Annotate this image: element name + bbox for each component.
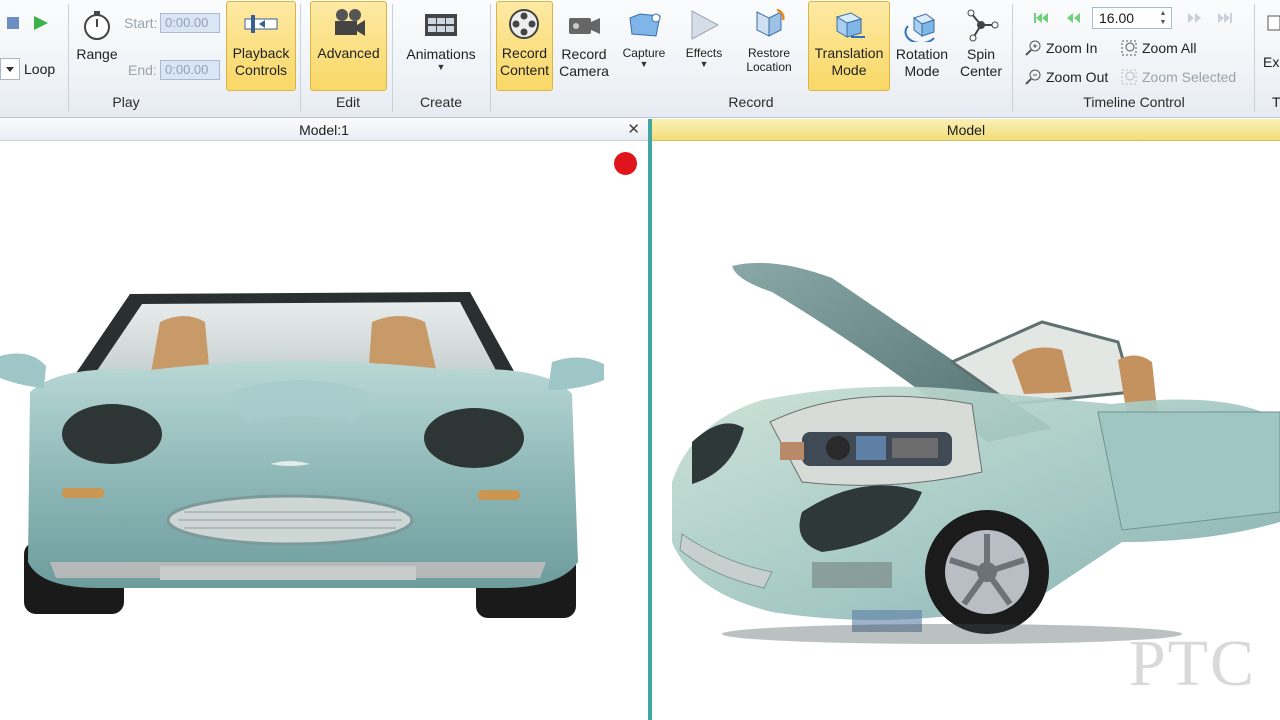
step-back-icon <box>1067 13 1080 23</box>
film-strip-icon <box>423 7 459 43</box>
spin-center-label: Spin Center <box>959 46 1003 79</box>
end-time-field[interactable]: 0:00.00 <box>160 60 220 80</box>
dropdown-caret-icon: ▼ <box>639 59 649 69</box>
restore-location-icon <box>751 7 787 43</box>
translation-mode-label: Translation Mode <box>814 45 884 78</box>
stop-button[interactable] <box>4 14 22 32</box>
translation-cube-icon <box>831 6 867 42</box>
zoom-out-icon <box>1024 68 1042 86</box>
dropdown-caret-icon: ▼ <box>699 59 709 69</box>
range-button[interactable]: Range <box>72 2 122 78</box>
loop-dropdown[interactable] <box>0 58 20 80</box>
start-label: Start: <box>124 15 158 31</box>
stopwatch-icon <box>79 7 115 43</box>
playback-controls-label: Playback Controls <box>232 45 290 78</box>
record-camera-button[interactable]: Record Camera <box>556 2 612 92</box>
range-label: Range <box>76 46 118 62</box>
skip-to-start-icon <box>1034 13 1048 23</box>
right-viewport[interactable]: PTC <box>652 142 1280 720</box>
ptc-watermark: PTC <box>1128 627 1256 700</box>
zoom-in-button[interactable]: Zoom In <box>1024 39 1097 57</box>
film-reel-icon <box>507 6 543 42</box>
record-content-button[interactable]: Record Content <box>496 1 553 91</box>
translation-mode-button[interactable]: Translation Mode <box>808 1 890 91</box>
animations-button[interactable]: Animations ▼ <box>398 2 484 90</box>
dropdown-caret-icon: ▼ <box>436 62 446 72</box>
skip-to-end-icon <box>1218 13 1232 23</box>
effects-play-icon <box>686 7 722 43</box>
rotation-mode-button[interactable]: Rotation Mode <box>892 2 952 92</box>
end-label: End: <box>128 62 157 78</box>
spinner-arrows-icon[interactable]: ▲ ▼ <box>1157 9 1169 27</box>
spin-center-button[interactable]: Spin Center <box>954 2 1008 92</box>
zoom-selected-button[interactable]: Zoom Selected <box>1120 68 1236 86</box>
zoom-out-button[interactable]: Zoom Out <box>1024 68 1108 86</box>
close-pane-button[interactable]: ✕ <box>627 119 640 141</box>
timeline-first-button[interactable] <box>1032 10 1050 26</box>
right-pane-title-bar: Model <box>652 119 1280 141</box>
restore-location-button[interactable]: Restore Location <box>736 2 802 92</box>
timeline-value-spinner[interactable]: 16.00 ▲ ▼ <box>1092 7 1172 29</box>
step-forward-icon <box>1188 13 1201 23</box>
left-viewport[interactable] <box>0 142 648 720</box>
zoom-all-button[interactable]: Zoom All <box>1120 39 1196 57</box>
ribbon: Loop Range Start: 0:00.00 End: 0:00.00 P… <box>0 0 1280 118</box>
advanced-label: Advanced <box>317 45 380 61</box>
start-time-field[interactable]: 0:00.00 <box>160 13 220 33</box>
zoom-out-label: Zoom Out <box>1046 69 1109 85</box>
rotation-mode-icon <box>904 7 940 43</box>
dropdown-arrow-icon <box>6 67 14 72</box>
group-label-record: Record <box>728 94 774 110</box>
capture-button[interactable]: Capture ▼ <box>616 2 672 92</box>
record-camera-label: Record Camera <box>559 46 609 79</box>
timeline-next-button[interactable] <box>1186 10 1204 26</box>
zoom-selected-icon <box>1120 68 1138 86</box>
animations-label: Animations <box>406 46 476 62</box>
timeline-value: 16.00 <box>1099 10 1135 26</box>
capture-icon <box>626 7 662 43</box>
zoom-in-icon <box>1024 39 1042 57</box>
left-pane-title-bar: Model:1 ✕ <box>0 119 648 141</box>
play-button[interactable] <box>30 14 50 32</box>
movie-camera-icon <box>331 6 367 42</box>
group-label-play: Play <box>112 94 140 110</box>
zoom-selected-label: Zoom Selected <box>1142 69 1237 85</box>
restore-location-label: Restore Location <box>746 46 792 74</box>
effects-label: Effects <box>685 46 723 60</box>
effects-button[interactable]: Effects ▼ <box>676 2 732 92</box>
video-camera-icon <box>566 7 602 43</box>
timeline-last-button[interactable] <box>1216 10 1234 26</box>
right-pane-title: Model <box>946 122 986 138</box>
record-content-label: Record Content <box>499 45 550 78</box>
group-label-create: Create <box>419 94 463 110</box>
stop-icon <box>7 17 19 29</box>
zoom-all-icon <box>1120 39 1138 57</box>
zoom-in-label: Zoom In <box>1046 40 1098 56</box>
rotation-mode-label: Rotation Mode <box>895 46 949 79</box>
record-indicator <box>614 152 637 175</box>
group-label-edit: Edit <box>335 94 361 110</box>
playback-controls-button[interactable]: Playback Controls <box>226 1 296 91</box>
loop-label: Loop <box>24 61 56 77</box>
timeline-prev-button[interactable] <box>1064 10 1082 26</box>
left-pane-title: Model:1 <box>299 122 349 138</box>
overflow-top-label[interactable]: Ex <box>1263 54 1279 70</box>
spin-center-icon <box>963 7 999 43</box>
zoom-all-label: Zoom All <box>1142 40 1197 56</box>
group-separator <box>1254 4 1255 112</box>
capture-label: Capture <box>622 46 666 60</box>
group-label-timeline: Timeline Control <box>1083 94 1185 110</box>
car-front-view <box>0 292 604 618</box>
advanced-button[interactable]: Advanced <box>310 1 387 91</box>
overflow-bottom-label: T <box>1272 94 1280 110</box>
overflow-icon <box>1266 14 1280 32</box>
playback-controls-icon <box>243 6 279 42</box>
play-icon <box>34 16 48 30</box>
